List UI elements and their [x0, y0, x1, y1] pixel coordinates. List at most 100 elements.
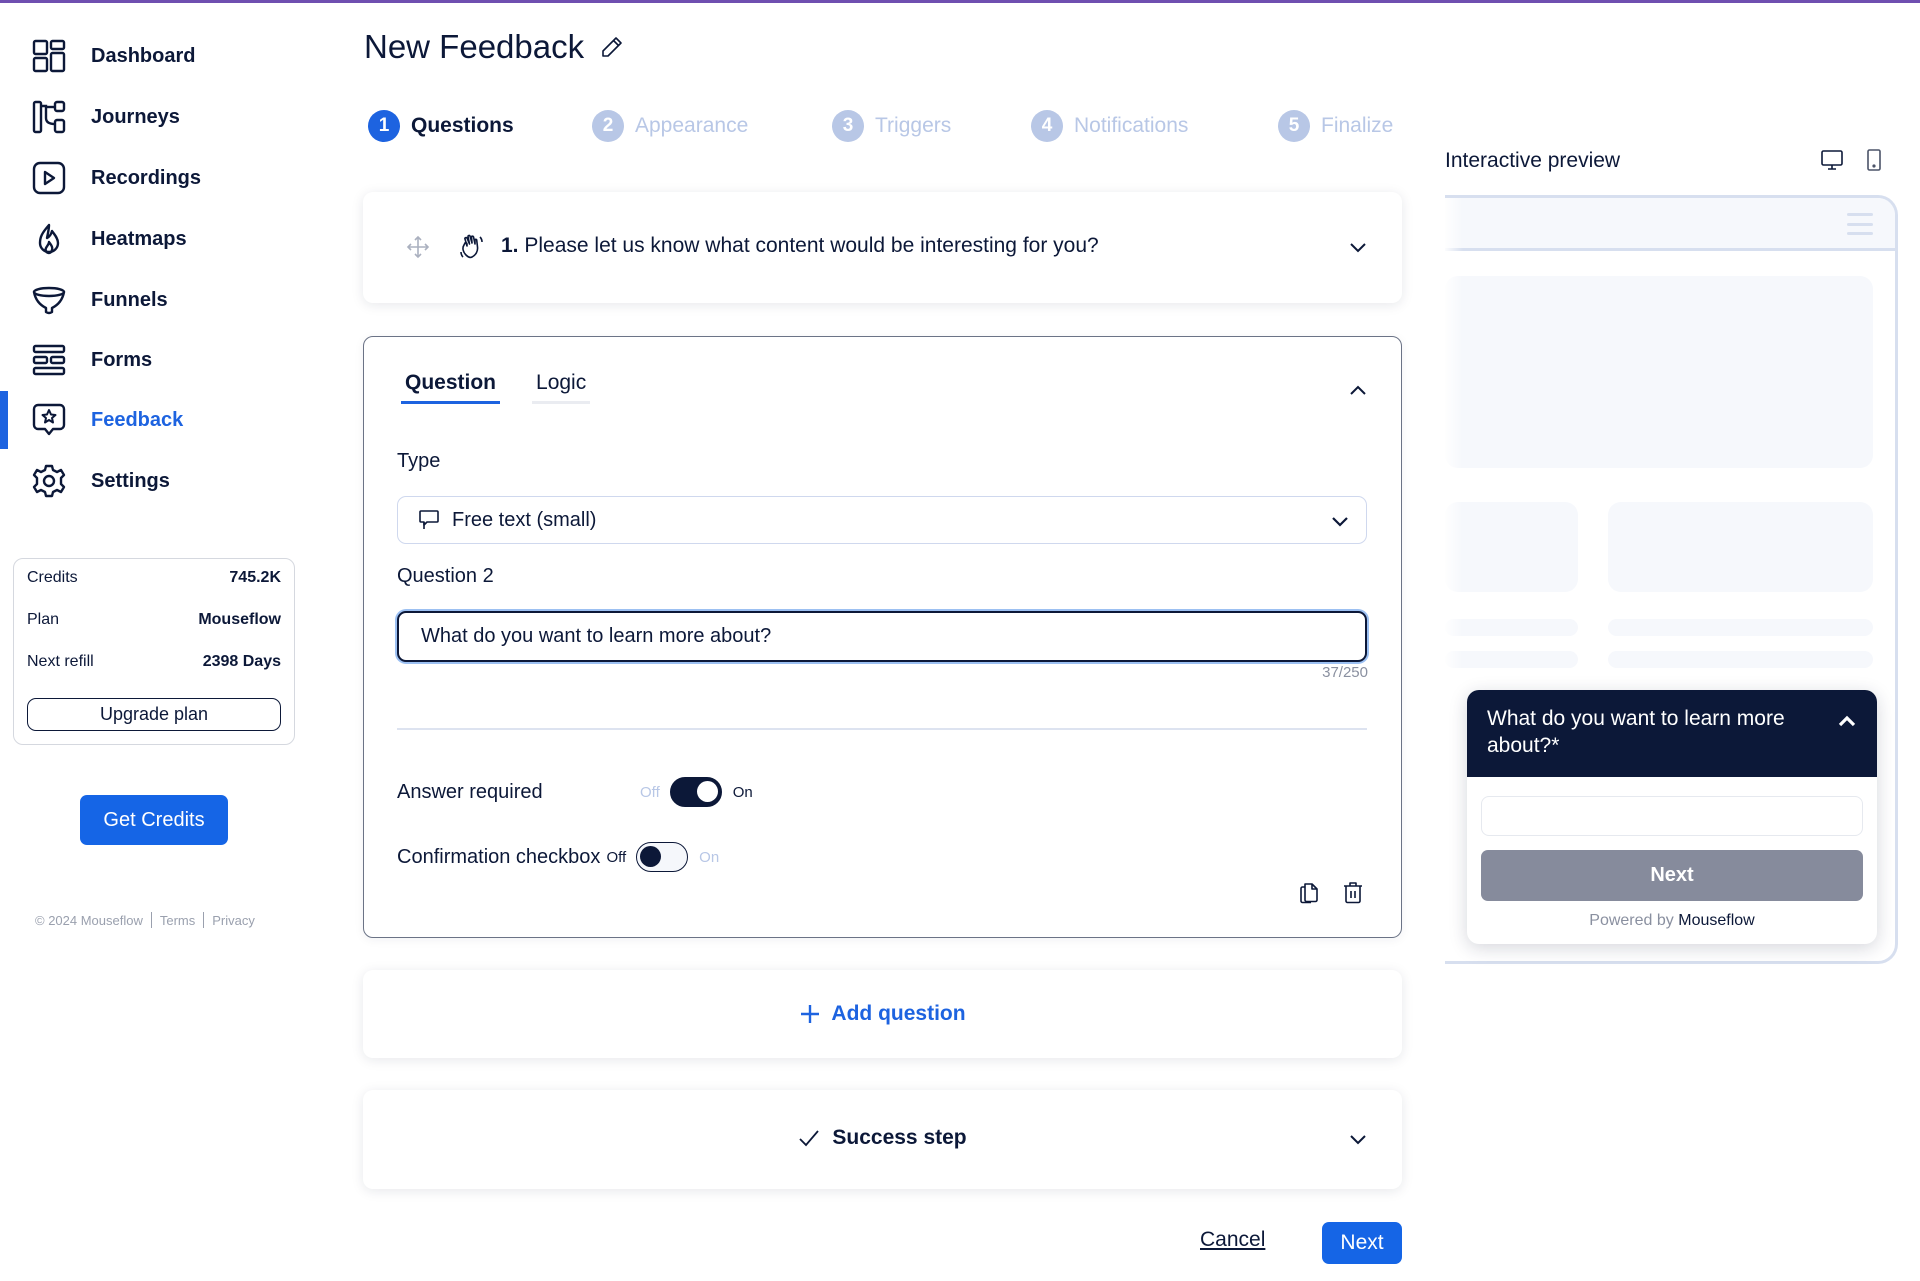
page-title: New Feedback	[364, 28, 624, 66]
step-appearance[interactable]: 2 Appearance	[592, 110, 748, 142]
sidebar-item-label: Recordings	[91, 166, 202, 189]
flame-icon	[31, 221, 67, 257]
sidebar-item-label: Journeys	[91, 105, 180, 128]
step-number: 5	[1278, 110, 1310, 142]
type-value: Free text (small)	[452, 508, 597, 531]
hamburger-menu-icon	[1847, 213, 1873, 235]
privacy-link[interactable]: Privacy	[212, 913, 255, 928]
answer-required-toggle[interactable]	[669, 777, 722, 807]
toggle-on-label: On	[732, 783, 753, 801]
answer-required-row: Answer required Off On	[397, 777, 753, 807]
sidebar-item-recordings[interactable]: Recordings	[0, 151, 300, 205]
forms-icon	[31, 342, 67, 378]
play-icon	[31, 160, 67, 196]
duplicate-icon[interactable]	[1296, 879, 1322, 905]
preview-title: Interactive preview	[1445, 149, 1621, 172]
trash-icon[interactable]	[1340, 879, 1366, 905]
skeleton-block	[1445, 276, 1873, 468]
expand-chevron-down-icon[interactable]	[1346, 1127, 1370, 1151]
widget-next-button[interactable]: Next	[1481, 850, 1863, 901]
sidebar-item-label: Forms	[91, 348, 153, 371]
question-editor-card: Question Logic Type Free text (small) Qu…	[363, 336, 1402, 938]
plus-icon	[799, 1003, 821, 1025]
step-number: 3	[832, 110, 864, 142]
waving-hand-icon	[458, 233, 486, 261]
gear-icon	[31, 463, 67, 499]
confirmation-checkbox-row: Confirmation checkbox Off On	[397, 842, 719, 872]
sidebar-item-funnels[interactable]: Funnels	[0, 273, 300, 327]
powered-by: Powered by Mouseflow	[1467, 912, 1877, 930]
divider	[150, 912, 152, 928]
sidebar-item-forms[interactable]: Forms	[0, 333, 300, 387]
divider	[203, 912, 205, 928]
question-input[interactable]	[397, 611, 1367, 662]
credits-panel: Credits 745.2K Plan Mouseflow Next refil…	[13, 558, 295, 745]
step-label: Notifications	[1074, 114, 1189, 137]
sidebar-item-heatmaps[interactable]: Heatmaps	[0, 212, 300, 266]
type-select[interactable]: Free text (small)	[397, 496, 1367, 544]
journeys-icon	[31, 99, 67, 135]
collapse-chevron-up-icon[interactable]	[1346, 379, 1370, 403]
step-label: Triggers	[875, 114, 952, 137]
divider	[397, 728, 1367, 730]
add-question-button[interactable]: Add question	[363, 970, 1402, 1058]
widget-answer-input[interactable]	[1481, 796, 1863, 836]
sidebar-item-feedback[interactable]: Feedback	[0, 391, 300, 449]
step-triggers[interactable]: 3 Triggers	[832, 110, 951, 142]
checkmark-icon	[798, 1127, 820, 1149]
toggle-off-label: Off	[606, 848, 627, 866]
upgrade-plan-button[interactable]: Upgrade plan	[27, 698, 281, 731]
next-button[interactable]: Next	[1322, 1222, 1402, 1264]
skeleton-block	[1445, 502, 1578, 592]
powered-by-text: Powered by	[1589, 912, 1674, 929]
refill-label: Next refill	[27, 653, 94, 670]
question-card-1[interactable]: 1. Please let us know what content would…	[363, 192, 1402, 303]
expand-chevron-down-icon[interactable]	[1346, 235, 1370, 259]
step-finalize[interactable]: 5 Finalize	[1278, 110, 1393, 142]
credits-label: Credits	[27, 569, 78, 586]
success-step-card[interactable]: Success step	[363, 1090, 1402, 1189]
desktop-icon[interactable]	[1820, 148, 1844, 177]
footer: © 2024 Mouseflow Terms Privacy	[35, 912, 255, 928]
step-label: Appearance	[635, 114, 749, 137]
success-step-title: Success step	[363, 1126, 1402, 1150]
preview-browser-header	[1445, 198, 1895, 251]
mobile-icon[interactable]	[1864, 148, 1884, 177]
question-title: 1. Please let us know what content would…	[501, 234, 1099, 258]
toggle-knob	[696, 781, 718, 802]
sidebar-item-settings[interactable]: Settings	[0, 454, 300, 508]
edit-title-icon[interactable]	[600, 35, 624, 59]
skeleton-line	[1445, 651, 1578, 668]
confirmation-checkbox-toggle[interactable]	[636, 842, 689, 872]
step-questions[interactable]: 1 Questions	[368, 110, 514, 142]
cancel-button[interactable]: Cancel	[1200, 1228, 1265, 1252]
credits-value: 745.2K	[229, 569, 281, 586]
tab-question[interactable]: Question	[401, 371, 501, 404]
confirmation-checkbox-label: Confirmation checkbox	[397, 845, 601, 868]
credits-row: Credits 745.2K	[27, 569, 281, 587]
copyright: © 2024 Mouseflow	[35, 912, 143, 928]
dashboard-icon	[31, 38, 67, 74]
widget-question: What do you want to learn more about?*	[1487, 707, 1785, 757]
sidebar: Dashboard Journeys Recordings Heatmaps F…	[0, 0, 300, 1281]
toggle-off-label: Off	[640, 783, 660, 801]
skeleton-line	[1445, 619, 1578, 636]
refill-row: Next refill 2398 Days	[27, 653, 281, 671]
sidebar-item-journeys[interactable]: Journeys	[0, 90, 300, 144]
step-notifications[interactable]: 4 Notifications	[1031, 110, 1188, 142]
terms-link[interactable]: Terms	[160, 913, 195, 928]
get-credits-button[interactable]: Get Credits	[80, 795, 228, 845]
powered-by-brand: Mouseflow	[1678, 912, 1755, 929]
tab-logic[interactable]: Logic	[532, 371, 591, 404]
plan-label: Plan	[27, 611, 60, 628]
plan-row: Plan Mouseflow	[27, 611, 281, 629]
sidebar-item-dashboard[interactable]: Dashboard	[0, 29, 300, 83]
sidebar-item-label: Feedback	[91, 408, 184, 431]
feedback-icon	[31, 402, 67, 438]
skeleton-line	[1608, 651, 1873, 668]
success-step-label: Success step	[832, 1126, 967, 1149]
feedback-widget-preview: What do you want to learn more about?* N…	[1467, 690, 1877, 944]
step-number: 2	[592, 110, 624, 142]
drag-handle-icon[interactable]	[406, 235, 430, 259]
widget-collapse-chevron-up-icon[interactable]	[1835, 710, 1859, 734]
